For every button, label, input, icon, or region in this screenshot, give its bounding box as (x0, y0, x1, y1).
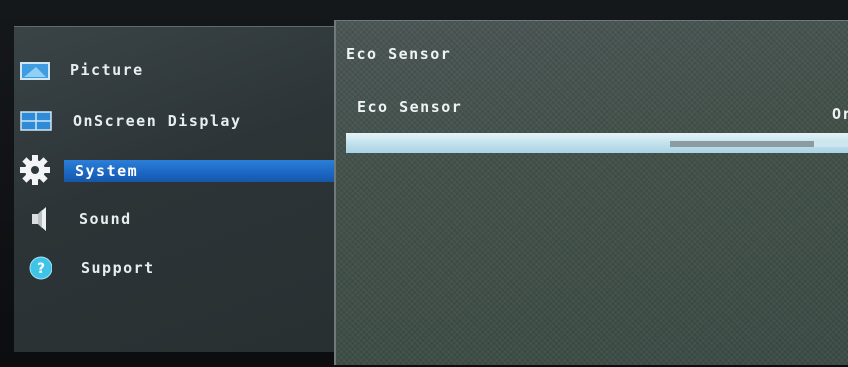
monitor-screen: Picture OnScreen Display System Sound ? … (0, 0, 848, 367)
osd-icon (20, 111, 52, 131)
picture-icon (20, 62, 50, 80)
menu-item-label: Sound (79, 210, 132, 228)
menu-item-label: System (75, 162, 139, 180)
submenu-title: Eco Sensor (346, 45, 452, 63)
main-menu: Picture OnScreen Display System Sound ? … (14, 26, 338, 352)
gear-icon (20, 155, 50, 185)
menu-item-label: Picture (70, 61, 144, 79)
help-icon: ? (29, 256, 52, 280)
menu-item-label: Support (81, 259, 155, 277)
setting-slider[interactable] (670, 141, 848, 147)
menu-item-support[interactable]: ? Support (18, 253, 336, 283)
svg-text:?: ? (37, 261, 45, 277)
menu-item-picture[interactable]: Picture (18, 56, 336, 86)
menu-item-label: OnScreen Display (73, 112, 242, 130)
selected-setting-row[interactable] (346, 133, 848, 153)
menu-item-sound[interactable]: Sound (18, 204, 336, 234)
menu-item-onscreen-display[interactable]: OnScreen Display (18, 106, 336, 136)
slider-fill (670, 141, 814, 147)
submenu-panel: Eco Sensor Eco Sensor Or (334, 20, 848, 365)
eco-sensor-label[interactable]: Eco Sensor (357, 98, 462, 116)
eco-sensor-value: Or (832, 105, 848, 123)
speaker-icon (32, 207, 46, 231)
menu-item-system[interactable]: System (18, 155, 336, 185)
